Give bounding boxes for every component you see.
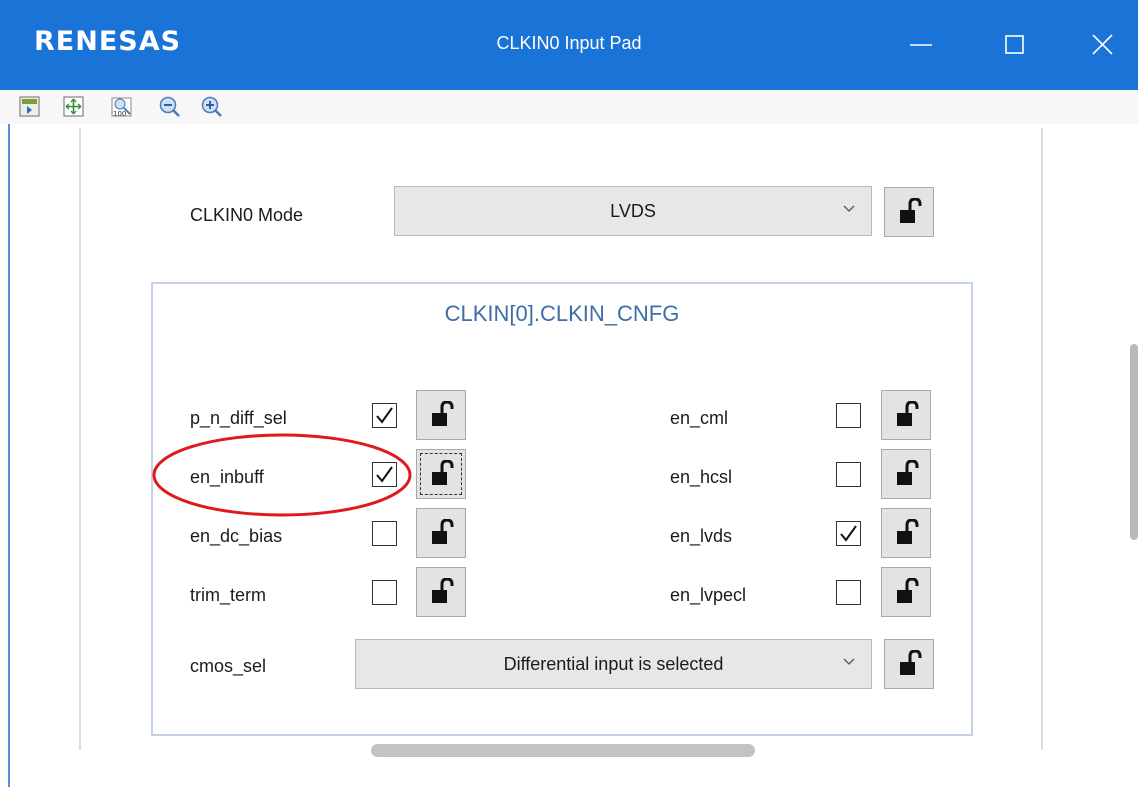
annotation-ellipse: [152, 433, 412, 517]
field-label-trim-term: trim_term: [190, 585, 266, 605]
en-dc-bias-checkbox[interactable]: [372, 521, 397, 546]
group-title: CLKIN[0].CLKIN_CNFG: [444, 301, 680, 326]
maximize-button[interactable]: [992, 22, 1038, 68]
zoom-out-icon[interactable]: [158, 95, 182, 119]
window-left-border: [8, 124, 10, 787]
export-icon[interactable]: [18, 95, 42, 119]
zoom-100-icon[interactable]: 100: [110, 95, 134, 119]
en-hcsl-checkbox[interactable]: [836, 462, 861, 487]
unlock-icon: [432, 578, 454, 603]
vertical-scrollbar[interactable]: [1130, 344, 1138, 540]
en-lvpecl-checkbox[interactable]: [836, 580, 861, 605]
en-hcsl-lock-button[interactable]: [881, 449, 931, 499]
en-cml-lock-button[interactable]: [881, 390, 931, 440]
unlock-icon: [897, 578, 919, 603]
maximize-icon: [1005, 35, 1024, 54]
cmos-sel-label: cmos_sel: [190, 656, 267, 676]
checkmark-icon: [840, 525, 857, 542]
field-label-p-n-diff-sel: p_n_diff_sel: [190, 408, 287, 428]
panel-left-divider: [79, 128, 81, 750]
checkmark-icon: [376, 407, 393, 424]
clkin0-mode-select[interactable]: LVDS: [394, 186, 872, 236]
window-title: CLKIN0 Input Pad: [496, 33, 642, 53]
trim-term-lock-button[interactable]: [416, 567, 466, 617]
en-lvds-checkbox[interactable]: [836, 521, 861, 546]
minimize-button[interactable]: [898, 22, 944, 68]
en-lvpecl-lock-button[interactable]: [881, 567, 931, 617]
clkin0-mode-value: LVDS: [610, 201, 656, 221]
unlock-icon: [897, 460, 919, 485]
chevron-down-icon: [843, 658, 855, 665]
toolbar: 100: [0, 90, 1138, 124]
en-inbuff-lock-button[interactable]: [416, 449, 466, 499]
svg-text:100: 100: [113, 110, 126, 118]
unlock-icon: [432, 460, 454, 485]
zoom-in-icon[interactable]: [200, 95, 224, 119]
p-n-diff-sel-checkbox[interactable]: [372, 403, 397, 428]
cmos-sel-value: Differential input is selected: [503, 654, 724, 674]
field-label-en-hcsl: en_hcsl: [670, 467, 733, 487]
close-button[interactable]: [1080, 22, 1126, 68]
clkin0-mode-label: CLKIN0 Mode: [190, 205, 304, 225]
unlock-icon: [897, 401, 919, 426]
field-label-en-dc-bias: en_dc_bias: [190, 526, 283, 546]
en-lvds-lock-button[interactable]: [881, 508, 931, 558]
p-n-diff-sel-lock-button[interactable]: [416, 390, 466, 440]
cmos-sel-select[interactable]: Differential input is selected: [355, 639, 872, 689]
unlock-icon: [897, 519, 919, 544]
minimize-icon: [910, 44, 932, 46]
horizontal-scrollbar[interactable]: [371, 744, 755, 757]
unlock-icon: [900, 650, 922, 675]
close-icon: [1092, 34, 1113, 55]
unlock-icon: [432, 401, 454, 426]
field-label-en-lvpecl: en_lvpecl: [670, 585, 747, 605]
en-cml-checkbox[interactable]: [836, 403, 861, 428]
unlock-icon: [900, 198, 922, 223]
en-dc-bias-lock-button[interactable]: [416, 508, 466, 558]
panel-right-divider: [1041, 128, 1043, 750]
clkin0-mode-lock-button[interactable]: [884, 187, 934, 237]
cmos-sel-lock-button[interactable]: [884, 639, 934, 689]
field-label-en-cml: en_cml: [670, 408, 729, 428]
field-label-en-lvds: en_lvds: [670, 526, 733, 546]
trim-term-checkbox[interactable]: [372, 580, 397, 605]
fit-to-screen-icon[interactable]: [62, 95, 86, 119]
title-bar: RENESAS CLKIN0 Input Pad: [0, 0, 1138, 90]
unlock-icon: [432, 519, 454, 544]
chevron-down-icon: [843, 205, 855, 212]
